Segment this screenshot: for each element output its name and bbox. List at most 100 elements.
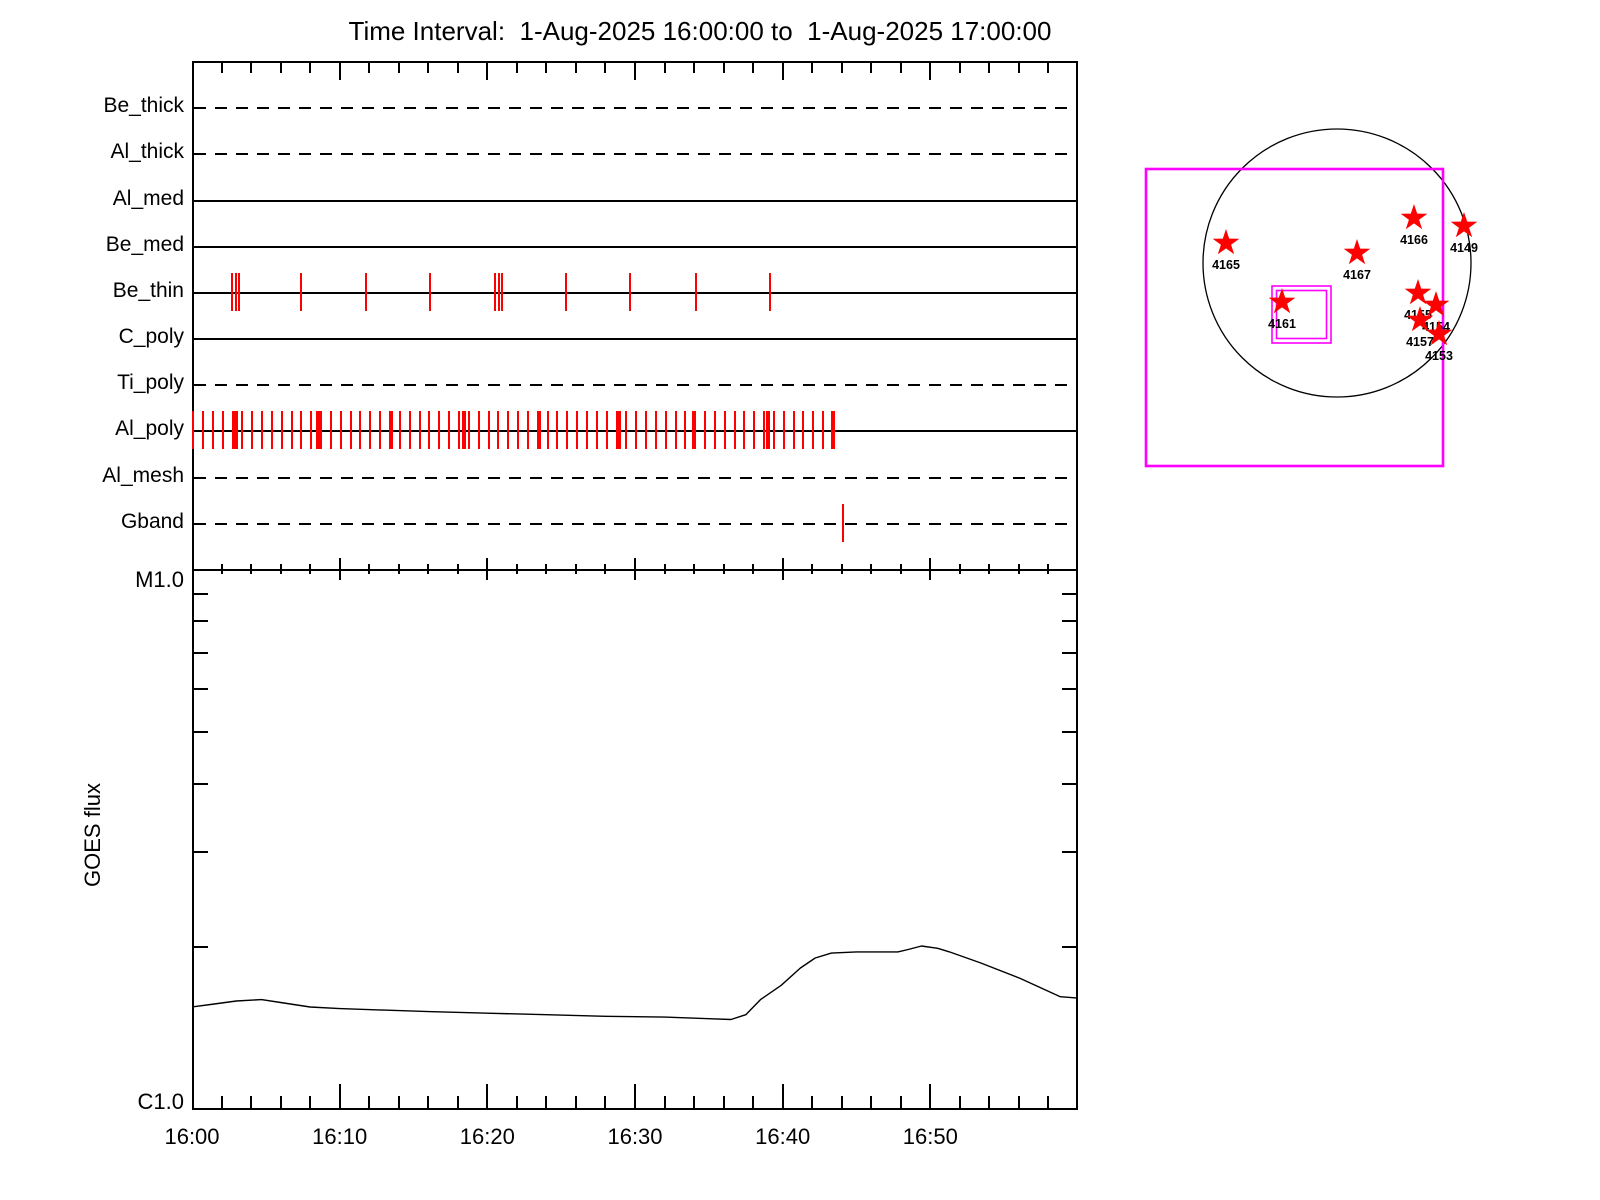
active-region-star — [1212, 229, 1240, 255]
exposure-tick — [270, 411, 273, 449]
top-axis-tick — [486, 63, 489, 80]
top-axis-tick — [840, 63, 843, 73]
exposure-tick — [713, 411, 716, 449]
top-axis-tick — [899, 63, 902, 73]
goes-y-min-label: C1.0 — [137, 1089, 184, 1114]
active-region-label: 4165 — [1212, 258, 1240, 272]
exposure-timeline-panel — [192, 61, 1078, 569]
active-region-label: 4167 — [1343, 268, 1371, 282]
active-region-label: 4166 — [1400, 233, 1428, 247]
goes-y-minor-tick-left — [194, 620, 208, 623]
top-axis-tick — [988, 63, 991, 73]
top-axis-tick — [1047, 63, 1050, 73]
timeline-row-label: C_poly — [118, 325, 184, 348]
top-axis-tick — [515, 63, 518, 73]
top-axis-tick — [722, 63, 725, 73]
timeline-row-line — [194, 523, 1076, 525]
x-tick-label: 16:20 — [459, 1124, 515, 1149]
exposure-tick-double — [389, 411, 394, 449]
exposure-tick — [684, 411, 687, 449]
x-tick-label: 16:50 — [902, 1124, 958, 1149]
goes-y-minor-tick-right — [1062, 592, 1076, 595]
top-axis-tick — [752, 63, 755, 73]
exposure-tick — [625, 411, 628, 449]
top-axis-tick — [338, 63, 341, 80]
timeline-row-line — [194, 338, 1076, 340]
top-axis-tick — [427, 63, 430, 73]
exposure-tick — [448, 411, 451, 449]
top-axis-tick — [1017, 63, 1020, 73]
timeline-row-line — [194, 153, 1076, 155]
top-axis-tick — [220, 63, 223, 73]
top-axis-tick — [279, 63, 282, 73]
exposure-tick — [595, 411, 598, 449]
exposure-tick — [477, 411, 480, 449]
goes-y-minor-tick-right — [1062, 730, 1076, 733]
exposure-tick — [635, 411, 638, 449]
top-axis-tick — [397, 63, 400, 73]
exposure-tick — [498, 273, 501, 311]
exposure-tick — [694, 273, 697, 311]
timeline-row-line — [194, 200, 1076, 202]
top-axis-tick — [250, 63, 253, 73]
x-tick-label: 16:40 — [755, 1124, 811, 1149]
goes-y-minor-tick-left — [194, 651, 208, 654]
exposure-tick — [238, 273, 241, 311]
exposure-tick — [320, 411, 323, 449]
exposure-tick — [202, 411, 205, 449]
exposure-tick — [329, 411, 332, 449]
timeline-row-line — [194, 477, 1076, 479]
exposure-tick — [842, 504, 845, 542]
exposure-tick-double — [831, 411, 836, 449]
exposure-tick — [487, 411, 490, 449]
top-axis-tick — [958, 63, 961, 73]
exposure-tick — [310, 411, 313, 449]
active-region-label: 4153 — [1425, 349, 1453, 363]
exposure-tick-double — [616, 411, 621, 449]
timeline-row-label: Ti_poly — [117, 371, 184, 394]
timeline-row-label: Be_thin — [112, 279, 184, 302]
top-axis-tick — [929, 63, 932, 80]
timeline-row-label: Al_poly — [115, 417, 184, 440]
exposure-tick — [743, 411, 746, 449]
x-tick-label: 16:30 — [607, 1124, 663, 1149]
timeline-row-label: Gband — [120, 510, 184, 533]
x-tick-label: 16:00 — [164, 1124, 220, 1149]
exposure-tick — [586, 411, 588, 449]
exposure-tick — [494, 273, 497, 311]
exposure-tick — [221, 411, 224, 449]
exposure-tick — [723, 411, 726, 449]
exposure-tick — [645, 411, 648, 449]
exposure-tick — [241, 411, 244, 449]
exposure-tick — [339, 411, 342, 449]
goes-y-minor-tick-right — [1062, 783, 1076, 786]
exposure-tick — [457, 411, 460, 449]
active-region-label: 4161 — [1268, 317, 1296, 331]
top-axis-tick — [574, 63, 577, 73]
top-axis-tick — [811, 63, 814, 73]
timeline-row-label: Be_med — [105, 233, 184, 256]
exposure-tick — [792, 411, 795, 449]
goes-flux-panel — [192, 569, 1078, 1110]
goes-y-minor-tick-left — [194, 730, 208, 733]
goes-y-minor-tick-left — [194, 592, 208, 595]
top-axis-tick — [693, 63, 696, 73]
exposure-tick — [556, 411, 559, 449]
top-axis-tick — [634, 63, 636, 80]
exposure-tick-double — [692, 411, 697, 449]
timeline-row-label: Al_thick — [110, 140, 184, 163]
active-region-star — [1400, 204, 1428, 230]
top-axis-tick — [456, 63, 459, 73]
exposure-tick — [576, 411, 579, 449]
exposure-tick — [497, 411, 500, 449]
page-title: Time Interval: 1-Aug-2025 16:00:00 to 1-… — [348, 16, 1052, 46]
exposure-tick — [231, 273, 234, 311]
exposure-tick — [812, 411, 815, 449]
goes-y-minor-tick-right — [1062, 850, 1076, 853]
exposure-tick — [704, 411, 707, 449]
exposure-tick — [674, 411, 677, 449]
top-axis-tick — [545, 63, 548, 73]
top-axis-tick — [870, 63, 873, 73]
exposure-tick — [429, 273, 432, 311]
exposure-tick — [733, 411, 736, 449]
